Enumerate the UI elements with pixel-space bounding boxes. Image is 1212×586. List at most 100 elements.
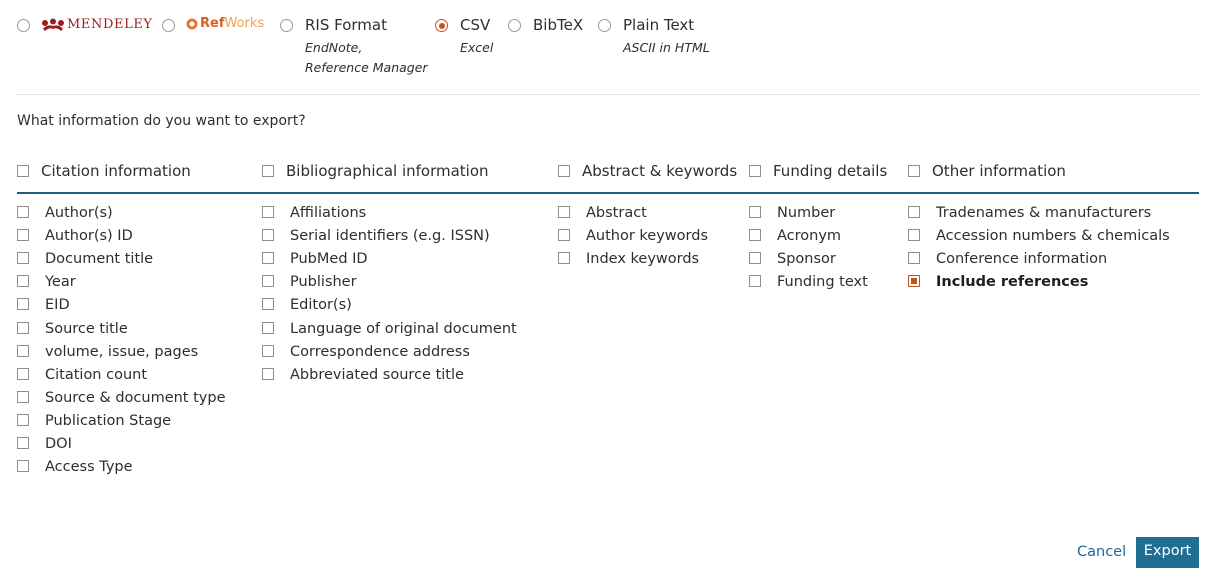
csv-description: Excel (460, 40, 494, 55)
plaintext-label: Plain Text (623, 16, 695, 34)
mendeley-icon (42, 18, 64, 31)
field-checkbox[interactable] (908, 275, 920, 288)
refworks-wordmark-works: Works (224, 16, 265, 31)
field-label: Abbreviated source title (290, 366, 464, 383)
bibtex-label: BibTeX (533, 16, 584, 34)
field-checkbox[interactable] (262, 275, 274, 288)
field-checkbox[interactable] (17, 275, 29, 288)
group-checkbox-citation[interactable] (17, 165, 29, 177)
field-label: Tradenames & manufacturers (936, 205, 1152, 221)
csv-radio[interactable] (435, 19, 448, 32)
group-label-funding: Funding details (773, 162, 888, 180)
ris-description-line1: EndNote, (305, 40, 363, 55)
plaintext-description: ASCII in HTML (623, 40, 710, 55)
field-label: Editor(s) (290, 297, 352, 314)
field-label: Access Type (45, 459, 133, 476)
group-checkbox-funding[interactable] (749, 165, 761, 177)
field-checkbox[interactable] (262, 298, 274, 311)
field-label: Source & document type (45, 389, 226, 406)
refworks-wordmark-ref: Ref (200, 16, 225, 31)
field-checkbox[interactable] (17, 321, 29, 334)
field-label: Author(s) (45, 205, 113, 221)
field-checkbox[interactable] (262, 367, 274, 380)
field-label: Correspondence address (290, 343, 470, 360)
field-label: Publisher (290, 274, 357, 291)
field-label: Abstract (586, 205, 647, 221)
field-checkbox[interactable] (558, 206, 570, 218)
field-checkbox[interactable] (17, 229, 29, 242)
field-checkbox[interactable] (17, 206, 29, 218)
group-label-abstract: Abstract & keywords (582, 162, 738, 180)
field-label: Citation count (45, 366, 148, 383)
export-format-group: MENDELEY RefWorks RIS Format EndNote, Re… (0, 0, 1212, 90)
refworks-icon (186, 18, 198, 29)
field-checkbox[interactable] (17, 460, 29, 473)
field-label: Accession numbers & chemicals (936, 228, 1170, 245)
field-label: Number (777, 205, 836, 221)
field-label: Affiliations (290, 205, 367, 221)
field-checkbox[interactable] (749, 252, 761, 265)
field-checkbox[interactable] (908, 252, 920, 265)
field-label: Publication Stage (45, 412, 172, 429)
field-label: Document title (45, 251, 154, 268)
field-checkbox[interactable] (17, 367, 29, 380)
field-checkbox[interactable] (908, 229, 920, 242)
field-checkbox[interactable] (262, 344, 274, 357)
field-label: Funding text (777, 274, 868, 291)
field-checkbox[interactable] (749, 229, 761, 242)
field-checkbox[interactable] (749, 206, 761, 218)
group-checkbox-other[interactable] (908, 165, 920, 177)
plaintext-radio[interactable] (598, 19, 611, 32)
field-label: EID (45, 297, 70, 314)
field-label: Index keywords (586, 251, 700, 268)
group-label-citation: Citation information (41, 162, 191, 180)
export-button[interactable]: Export (1136, 537, 1199, 568)
group-checkbox-bibliographical[interactable] (262, 165, 274, 177)
field-label: Language of original document (290, 320, 517, 337)
field-label: Author(s) ID (45, 228, 133, 245)
mendeley-wordmark: MENDELEY (67, 17, 153, 32)
field-checkbox[interactable] (558, 229, 570, 242)
group-label-bibliographical: Bibliographical information (286, 162, 489, 180)
ris-radio[interactable] (280, 19, 293, 32)
field-label: Author keywords (586, 228, 709, 245)
field-checkbox[interactable] (749, 275, 761, 288)
field-checkbox[interactable] (908, 206, 920, 218)
field-checkbox[interactable] (262, 252, 274, 265)
field-label: Include references (936, 274, 1089, 291)
field-label: Sponsor (777, 251, 836, 268)
bibtex-radio[interactable] (508, 19, 521, 32)
ris-description-line2: Reference Manager (305, 60, 428, 75)
field-checkbox[interactable] (17, 390, 29, 403)
section-divider (17, 94, 1199, 95)
group-label-other: Other information (932, 162, 1066, 180)
csv-label: CSV (460, 16, 491, 34)
field-label: volume, issue, pages (45, 343, 199, 360)
field-label: Serial identifiers (e.g. ISSN) (290, 228, 490, 245)
field-checkbox[interactable] (17, 437, 29, 449)
field-checkbox[interactable] (17, 344, 29, 357)
mendeley-logo: MENDELEY (41, 17, 153, 32)
field-checkbox[interactable] (17, 298, 29, 311)
field-checkbox[interactable] (558, 252, 570, 265)
cancel-button[interactable]: Cancel (1077, 544, 1126, 560)
group-checkbox-abstract[interactable] (558, 165, 570, 177)
group-header-rule (17, 192, 1199, 194)
field-checkbox[interactable] (262, 229, 274, 242)
field-checkbox[interactable] (17, 413, 29, 426)
field-label: PubMed ID (290, 251, 368, 268)
field-checkbox[interactable] (262, 321, 274, 334)
field-label: Year (45, 274, 76, 291)
field-label: Source title (45, 320, 128, 337)
field-checkbox[interactable] (17, 252, 29, 265)
ris-description: EndNote, Reference Manager (305, 38, 428, 78)
ris-label: RIS Format (305, 16, 387, 34)
refworks-wordmark: RefWorks (200, 16, 264, 31)
mendeley-radio[interactable] (17, 19, 30, 32)
field-label: DOI (45, 436, 72, 452)
field-label: Acronym (777, 228, 842, 245)
refworks-logo: RefWorks (186, 16, 264, 31)
field-checkbox[interactable] (262, 206, 274, 218)
export-question: What information do you want to export? (17, 113, 306, 129)
refworks-radio[interactable] (162, 19, 175, 32)
